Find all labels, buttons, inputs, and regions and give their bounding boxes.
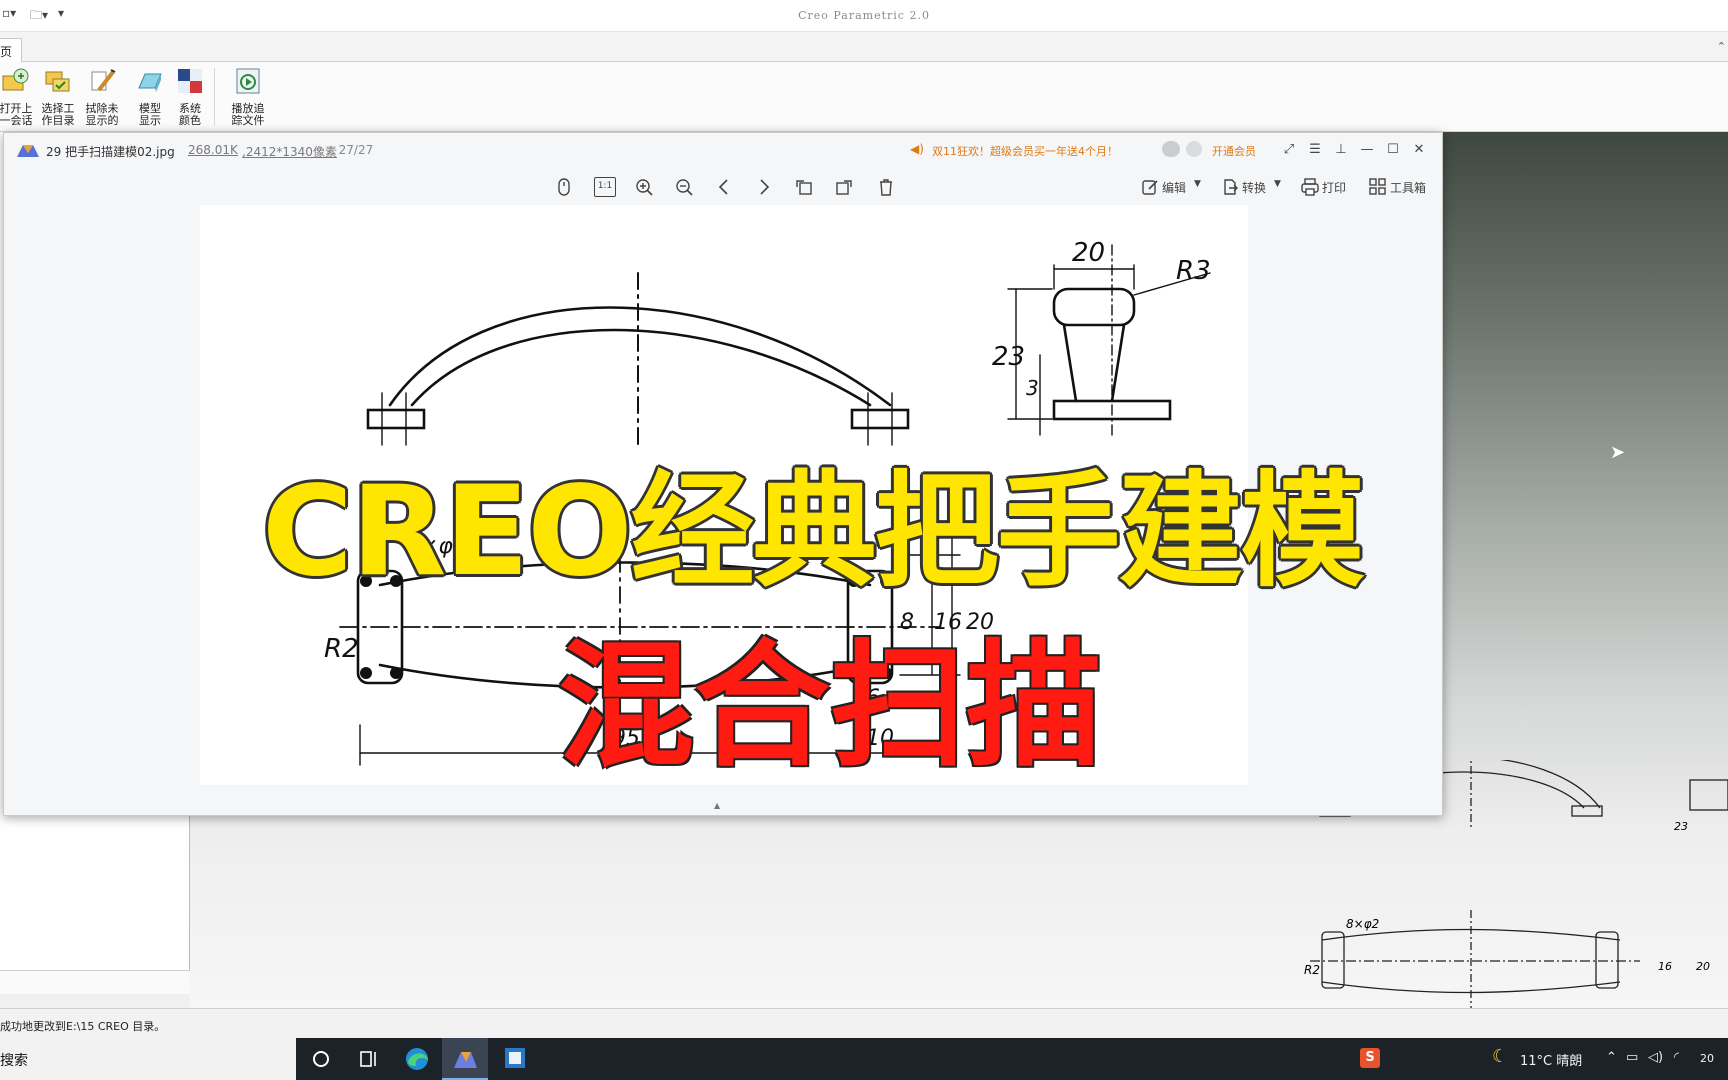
model-display-button[interactable]: 模型 显示 bbox=[128, 66, 172, 127]
wifi-icon[interactable]: ◜ bbox=[1674, 1050, 1679, 1065]
svg-text:20: 20 bbox=[1696, 960, 1710, 973]
mouse-cursor-icon: ➤ bbox=[1610, 442, 1626, 463]
overlay-title: CREO经典把手建模 bbox=[262, 460, 1365, 604]
toolbox-grid-icon[interactable] bbox=[1368, 177, 1388, 197]
open-last-session-button[interactable]: 打开上 一会话 bbox=[0, 66, 38, 127]
volume-icon[interactable]: ◁) bbox=[1648, 1050, 1663, 1065]
viewer-titlebar: 29 把手扫描建模02.jpg 268.01K ,2412*1340像素 , 2… bbox=[4, 133, 1442, 167]
model-tree-footer bbox=[0, 970, 190, 994]
model-display-icon bbox=[138, 73, 162, 92]
fullscreen-icon[interactable]: ⤢ bbox=[1280, 141, 1298, 159]
weather-text[interactable]: 11°C 晴朗 bbox=[1520, 1050, 1582, 1069]
folder-check-icon bbox=[45, 71, 70, 92]
dim-base-thickness: 3 bbox=[1026, 376, 1039, 400]
sogou-input-icon[interactable]: S bbox=[1360, 1048, 1380, 1068]
dim-top-width: 20 bbox=[1072, 238, 1105, 268]
creo-ribbon: 打开上 一会话 选择工 作目录 拭除未 显示的 模型 显示 系统 颜色 播放追 … bbox=[0, 62, 1728, 132]
open-vip-link[interactable]: 开通会员 bbox=[1212, 143, 1256, 159]
rotate-right-icon[interactable] bbox=[834, 177, 854, 197]
ribbon-label: 系统 颜色 bbox=[179, 102, 201, 127]
dim-height: 23 bbox=[992, 342, 1025, 372]
moon-weather-icon: ☾ bbox=[1492, 1046, 1509, 1067]
file-name: 29 把手扫描建模02.jpg bbox=[46, 145, 175, 159]
speaker-icon: ◀) bbox=[910, 142, 924, 156]
svg-text:R2: R2 bbox=[1304, 963, 1320, 977]
open-session-icon bbox=[2, 68, 29, 91]
edit-menu[interactable]: 编辑 bbox=[1162, 179, 1186, 196]
promo-banner[interactable]: 双11狂欢！超级会员买一年送4个月！ bbox=[932, 143, 1118, 159]
erase-not-displayed-button[interactable]: 拭除未 显示的 bbox=[80, 66, 124, 127]
image-viewer-task-icon[interactable] bbox=[442, 1038, 488, 1080]
zoom-in-icon[interactable] bbox=[634, 177, 654, 197]
ribbon-label: 播放追 踪文件 bbox=[231, 102, 265, 127]
status-message: 成功地更改到E:\15 CREO 目录。 bbox=[0, 1020, 166, 1033]
toolbox-button[interactable]: 工具箱 bbox=[1390, 179, 1426, 196]
vip-badge-icon bbox=[1186, 141, 1202, 157]
ribbon-label: 拭除未 显示的 bbox=[85, 102, 119, 127]
next-image-icon[interactable] bbox=[754, 177, 774, 197]
task-view-icon[interactable] bbox=[346, 1038, 392, 1080]
file-size[interactable]: 268.01K bbox=[188, 143, 238, 157]
play-trail-file-button[interactable]: 播放追 踪文件 bbox=[226, 66, 270, 127]
ribbon-label: 选择工 作目录 bbox=[41, 102, 75, 127]
viewer-logo-icon bbox=[17, 145, 39, 157]
delete-icon[interactable] bbox=[876, 177, 896, 197]
select-working-dir-button[interactable]: 选择工 作目录 bbox=[36, 66, 80, 127]
creo-ribbon-tabs: 页 ⌃ bbox=[0, 32, 1728, 63]
chevron-down-icon[interactable]: ▼ bbox=[1194, 179, 1201, 189]
user-avatar[interactable] bbox=[1162, 141, 1180, 157]
pin-icon[interactable]: ⊥ bbox=[1332, 141, 1350, 159]
trail-file-icon bbox=[236, 68, 260, 94]
ribbon-separator bbox=[214, 68, 215, 126]
battery-icon[interactable]: ▭ bbox=[1626, 1050, 1638, 1065]
actual-size-button[interactable]: 1:1 bbox=[594, 177, 616, 197]
taskbar-search-box[interactable]: 搜索 bbox=[0, 1038, 296, 1080]
search-label: 搜索 bbox=[0, 1053, 28, 1069]
image-index: , 27/27 bbox=[331, 143, 374, 157]
creo-task-icon[interactable] bbox=[492, 1038, 538, 1080]
convert-menu[interactable]: 转换 bbox=[1242, 179, 1266, 196]
previous-image-icon[interactable] bbox=[714, 177, 734, 197]
collapse-ribbon-icon[interactable]: ⌃ bbox=[1717, 40, 1726, 53]
ribbon-label: 模型 显示 bbox=[139, 102, 161, 127]
zoom-out-icon[interactable] bbox=[674, 177, 694, 197]
show-hidden-icons-icon[interactable]: ⌃ bbox=[1606, 1050, 1617, 1065]
svg-text:16: 16 bbox=[1658, 960, 1672, 973]
color-palette-icon bbox=[178, 69, 202, 93]
edit-icon[interactable] bbox=[1140, 177, 1160, 197]
cortana-icon[interactable] bbox=[298, 1038, 344, 1080]
close-icon[interactable]: ✕ bbox=[1410, 141, 1428, 159]
windows-taskbar: 搜索 S ☾ 11°C 晴朗 ⌃ ▭ ◁) ◜ 20 bbox=[0, 1038, 1728, 1080]
maximize-icon[interactable]: ☐ bbox=[1384, 141, 1402, 159]
convert-icon[interactable] bbox=[1220, 177, 1240, 197]
creo-titlebar: ▫▾ 🗀▾ ▾ Creo Parametric 2.0 bbox=[0, 0, 1728, 32]
svg-text:23: 23 bbox=[1674, 820, 1688, 833]
print-button[interactable]: 打印 bbox=[1322, 179, 1346, 196]
eraser-icon bbox=[91, 69, 116, 92]
dim-radius-side: R2 bbox=[324, 634, 359, 664]
tab-home[interactable]: 页 bbox=[0, 38, 22, 63]
chevron-down-icon[interactable]: ▼ bbox=[1274, 179, 1281, 189]
taskbar-clock[interactable]: 20 bbox=[1700, 1052, 1714, 1065]
image-dimensions[interactable]: ,2412*1340像素 bbox=[242, 143, 337, 160]
expand-thumbnails-icon[interactable]: ▲ bbox=[714, 801, 720, 810]
svg-text:8×φ2: 8×φ2 bbox=[1346, 917, 1379, 931]
edge-browser-icon[interactable] bbox=[394, 1038, 440, 1080]
ribbon-label: 打开上 一会话 bbox=[0, 102, 33, 127]
minimize-icon[interactable]: — bbox=[1358, 141, 1376, 159]
status-message-bar: 成功地更改到E:\15 CREO 目录。 bbox=[0, 1008, 1728, 1038]
menu-icon[interactable]: ☰ bbox=[1306, 141, 1324, 159]
overlay-subtitle: 混合扫描 bbox=[558, 628, 1102, 786]
rotate-left-icon[interactable] bbox=[794, 177, 814, 197]
creo-window-title: Creo Parametric 2.0 bbox=[798, 9, 930, 22]
viewer-toolbar: 1:1 编辑 ▼ 转换 ▼ 打印 工具箱 bbox=[4, 167, 1442, 205]
mouse-mode-icon[interactable] bbox=[554, 177, 574, 197]
system-colors-button[interactable]: 系统 颜色 bbox=[168, 66, 212, 127]
dim-radius-top: R3 bbox=[1176, 256, 1211, 286]
print-icon[interactable] bbox=[1300, 177, 1320, 197]
